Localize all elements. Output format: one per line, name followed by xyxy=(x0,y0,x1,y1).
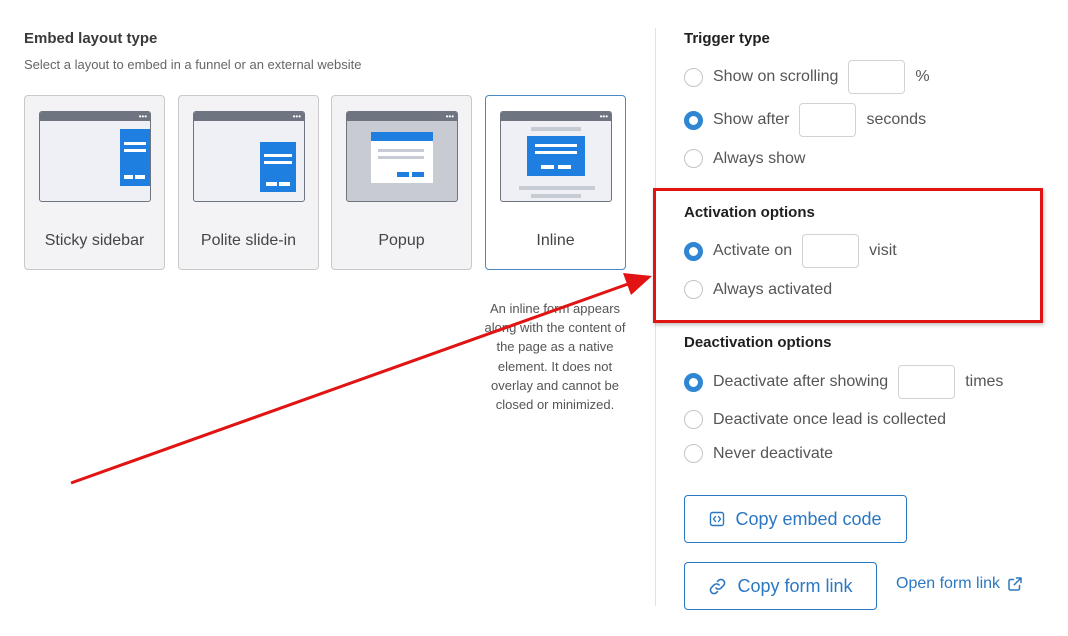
annotation-arrow xyxy=(70,273,652,485)
